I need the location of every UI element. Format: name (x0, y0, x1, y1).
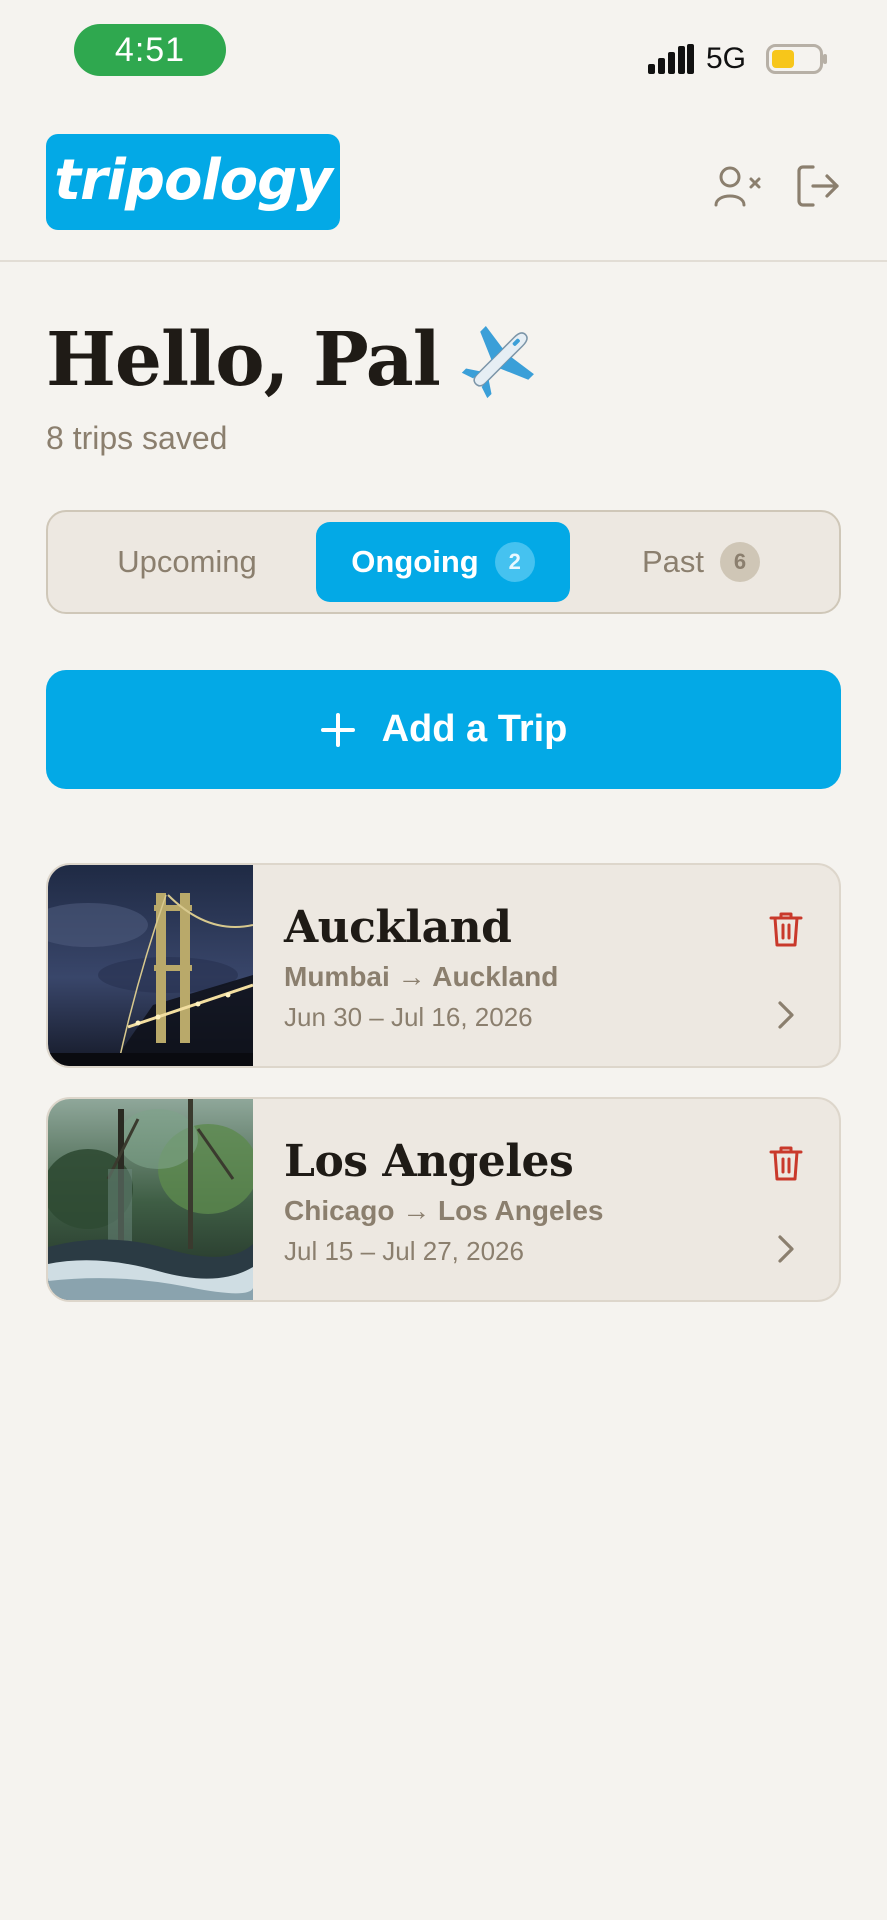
add-trip-button[interactable]: Add a Trip (46, 670, 841, 789)
logout-icon (797, 165, 839, 207)
trip-card[interactable]: Los Angeles Chicago → Los Angeles Jul 15… (46, 1097, 841, 1302)
trip-route: Mumbai → Auckland (284, 961, 559, 992)
trip-dates: Jul 15 – Jul 27, 2026 (284, 1236, 524, 1266)
trip-photo-forest (48, 1099, 253, 1300)
tab-past[interactable]: Past 6 (574, 522, 828, 602)
chevron-right-icon[interactable] (770, 1229, 802, 1269)
add-trip-label: Add a Trip (381, 708, 568, 750)
remove-user-button[interactable] (712, 160, 764, 212)
signal-icon (648, 44, 694, 74)
logout-button[interactable] (792, 160, 844, 212)
trips-count: 8 trips saved (46, 420, 228, 456)
tab-ongoing[interactable]: Ongoing 2 (316, 522, 570, 602)
trip-card[interactable]: Auckland Mumbai → Auckland Jun 30 – Jul … (46, 863, 841, 1068)
airplane-icon (461, 326, 534, 399)
trash-icon[interactable] (766, 909, 806, 949)
tab-label: Past (641, 544, 705, 579)
trip-dates: Jun 30 – Jul 16, 2026 (284, 1002, 533, 1032)
trip-title: Auckland (284, 902, 512, 953)
chevron-right-icon[interactable] (770, 995, 802, 1035)
count-badge: 2 (494, 542, 535, 582)
tripology-logo[interactable]: tripology (46, 134, 340, 230)
tab-upcoming[interactable]: Upcoming (60, 522, 314, 602)
greeting-text: Hello, Pal (46, 317, 441, 403)
network-type: 5G (706, 42, 747, 75)
greeting-heading: Hello, Pal (46, 312, 540, 408)
trash-icon[interactable] (766, 1143, 806, 1183)
trip-photo-bridge (48, 865, 253, 1066)
count-badge: 6 (720, 542, 761, 582)
tab-label: Upcoming (117, 544, 257, 579)
trip-filter-tabs: Upcoming Ongoing 2 Past 6 (46, 510, 841, 614)
plus-icon (320, 712, 355, 747)
trip-route: Chicago → Los Angeles (284, 1195, 604, 1226)
tab-label: Ongoing (351, 544, 479, 579)
status-bar: 4:51 5G (0, 0, 887, 100)
app-header: tripology (0, 100, 887, 262)
user-remove-icon (714, 166, 761, 207)
status-time: 4:51 (74, 24, 226, 76)
trip-title: Los Angeles (284, 1136, 574, 1187)
battery-icon (766, 44, 827, 74)
